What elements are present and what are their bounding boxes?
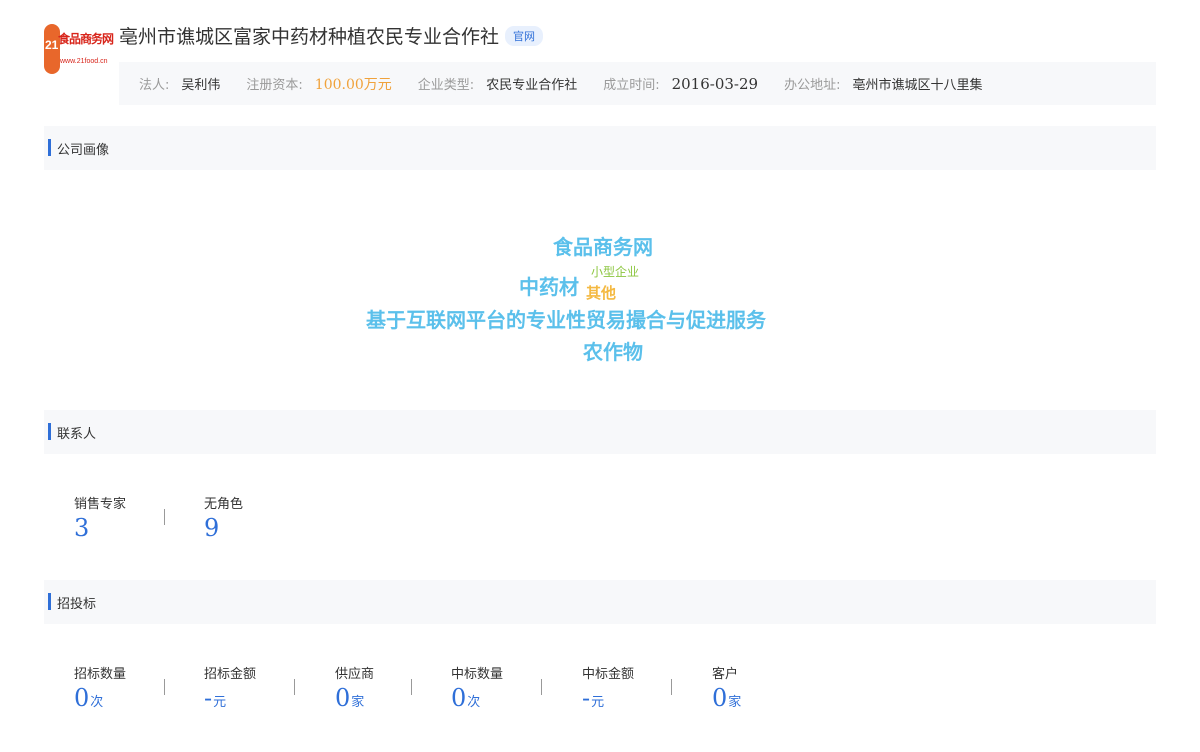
logo-number: 21 xyxy=(45,38,59,52)
stat-divider xyxy=(411,679,412,695)
stat-label: 中标金额 xyxy=(582,667,635,682)
stat-bid-count[interactable]: 招标数量 0次 xyxy=(74,663,204,712)
company-type-value: 农民专业合作社 xyxy=(486,78,578,93)
stat-number: - xyxy=(582,684,591,712)
company-name: 亳州市谯城区富家中药材种植农民专业合作社 xyxy=(119,26,500,48)
office-address-value: 亳州市谯城区十八里集 xyxy=(852,78,983,93)
stat-label: 招标金额 xyxy=(204,667,257,682)
stat-suppliers[interactable]: 供应商 0家 xyxy=(335,663,451,712)
stat-value: 0次 xyxy=(74,684,204,712)
stat-value: -元 xyxy=(582,684,712,712)
stat-label: 供应商 xyxy=(335,667,375,682)
section-accent-bar xyxy=(48,593,51,610)
legal-person-label: 法人: xyxy=(139,78,170,93)
stat-divider xyxy=(541,679,542,695)
registered-capital-label: 注册资本: xyxy=(246,78,303,93)
stat-value: 0家 xyxy=(335,684,451,712)
stat-unit: 次 xyxy=(467,695,481,710)
logo-url: www.21food.cn xyxy=(60,58,108,65)
official-site-badge[interactable]: 官网 xyxy=(505,26,544,46)
stat-divider xyxy=(164,679,165,695)
stat-divider xyxy=(294,679,295,695)
company-info-bar: 法人: 吴利伟 注册资本: 100.00万元 企业类型: 农民专业合作社 成立时… xyxy=(119,62,1156,105)
stat-value: 9 xyxy=(204,514,334,542)
stat-value: -元 xyxy=(204,684,335,712)
stat-value: 0次 xyxy=(451,684,582,712)
stat-divider xyxy=(671,679,672,695)
office-address-label: 办公地址: xyxy=(784,78,841,93)
company-logo: 21 食品商务网 www.21food.cn xyxy=(44,22,114,78)
word-cloud-tag[interactable]: 其他 xyxy=(586,282,616,303)
contacts-stats: 销售专家 3 无角色 9 xyxy=(44,493,334,542)
stat-label: 中标数量 xyxy=(451,667,504,682)
section-header-contacts: 联系人 xyxy=(44,410,1156,454)
company-type-label: 企业类型: xyxy=(417,78,475,93)
legal-person-value: 吴利伟 xyxy=(181,78,221,93)
stat-number: 0 xyxy=(335,684,351,712)
word-cloud-tag[interactable]: 小型企业 xyxy=(591,263,639,280)
bidding-stats: 招标数量 0次 招标金额 -元 供应商 0家 中标数量 0次 中标金额 -元 客… xyxy=(44,663,842,712)
section-title-portrait: 公司画像 xyxy=(57,143,110,158)
stat-label: 客户 xyxy=(712,667,739,682)
stat-number: - xyxy=(204,684,213,712)
stat-unit: 元 xyxy=(213,695,227,710)
stat-number: 3 xyxy=(74,514,90,542)
section-title-bidding: 招投标 xyxy=(57,597,97,612)
section-accent-bar xyxy=(48,423,51,440)
word-cloud-tag[interactable]: 农作物 xyxy=(583,336,643,365)
stat-win-count[interactable]: 中标数量 0次 xyxy=(451,663,582,712)
stat-divider xyxy=(164,509,165,525)
stat-label: 无角色 xyxy=(204,497,244,512)
stat-unit: 家 xyxy=(728,695,742,710)
section-header-portrait: 公司画像 xyxy=(44,126,1156,170)
word-cloud-tag[interactable]: 基于互联网平台的专业性贸易撮合与促进服务 xyxy=(366,304,766,333)
stat-win-amount[interactable]: 中标金额 -元 xyxy=(582,663,712,712)
section-header-bidding: 招投标 xyxy=(44,580,1156,624)
stat-value: 3 xyxy=(74,514,204,542)
founded-date-value: 2016-03-29 xyxy=(671,74,759,93)
company-header: 21 食品商务网 www.21food.cn 亳州市谯城区富家中药材种植农民专业… xyxy=(44,18,1156,108)
stat-bid-amount[interactable]: 招标金额 -元 xyxy=(204,663,335,712)
logo-text: 食品商务网 xyxy=(58,32,114,46)
word-cloud-tag[interactable]: 食品商务网 xyxy=(553,231,653,260)
company-word-cloud: 食品商务网 中药材 小型企业 其他 基于互联网平台的专业性贸易撮合与促进服务 农… xyxy=(44,170,1156,410)
stat-number: 9 xyxy=(204,514,220,542)
section-accent-bar xyxy=(48,139,51,156)
stat-unit: 次 xyxy=(90,695,104,710)
stat-sales-experts[interactable]: 销售专家 3 xyxy=(74,493,204,542)
stat-number: 0 xyxy=(451,684,467,712)
section-title-contacts: 联系人 xyxy=(57,427,97,442)
founded-date-label: 成立时间: xyxy=(603,78,660,93)
registered-capital-value: 100.00万元 xyxy=(314,76,392,93)
stat-number: 0 xyxy=(712,684,728,712)
stat-label: 招标数量 xyxy=(74,667,127,682)
stat-unit: 元 xyxy=(591,695,605,710)
stat-label: 销售专家 xyxy=(74,497,127,512)
company-title: 亳州市谯城区富家中药材种植农民专业合作社 官网 xyxy=(119,22,544,49)
stat-value: 0家 xyxy=(712,684,842,712)
stat-unit: 家 xyxy=(351,695,365,710)
stat-customers[interactable]: 客户 0家 xyxy=(712,663,842,712)
stat-number: 0 xyxy=(74,684,90,712)
stat-no-role[interactable]: 无角色 9 xyxy=(204,493,334,542)
word-cloud-tag[interactable]: 中药材 xyxy=(519,271,579,300)
